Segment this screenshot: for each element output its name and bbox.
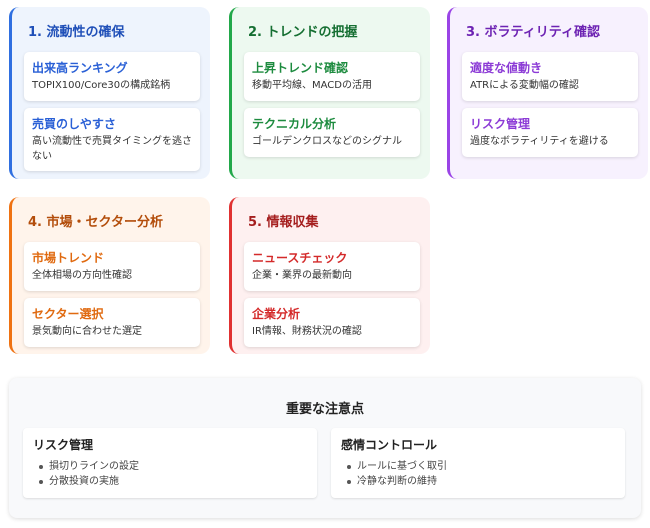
item-title: リスク管理: [470, 117, 531, 131]
item-title: 売買のしやすさ: [32, 117, 116, 131]
bullet-item: 分散投資の実施: [33, 474, 307, 489]
item-title: 企業分析: [252, 307, 301, 321]
card-liquidity: 1. 流動性の確保 出来高ランキング TOPIX100/Core30の構成銘柄 …: [9, 7, 210, 179]
item-desc: 全体相場の方向性確認: [32, 270, 132, 281]
bullet-dot-icon: [39, 480, 43, 484]
important-notes-panel: 重要な注意点 リスク管理 損切りラインの設定 分散投資の実施 感情コントロール …: [9, 378, 641, 518]
list-item: 適度な値動き ATRによる変動幅の確認: [462, 52, 638, 101]
card-title: 4. 市場・セクター分析: [28, 215, 163, 230]
card-trend: 2. トレンドの把握 上昇トレンド確認 移動平均線、MACDの活用 テクニカル分…: [229, 7, 430, 179]
item-title: 市場トレンド: [32, 251, 105, 265]
list-item: セクター選択 景気動向に合わせた選定: [24, 298, 200, 347]
note-box-emotion: 感情コントロール ルールに基づく取引 冷静な判断の維持: [331, 428, 625, 498]
item-desc: ゴールデンクロスなどのシグナル: [252, 136, 402, 147]
list-item: 売買のしやすさ 高い流動性で売買タイミングを逃さない: [24, 108, 200, 171]
bullet-list: ルールに基づく取引 冷静な判断の維持: [341, 459, 615, 489]
card-title: 3. ボラティリティ確認: [466, 25, 600, 40]
item-title: 適度な値動き: [470, 61, 543, 75]
bullet-list: 損切りラインの設定 分散投資の実施: [33, 459, 307, 489]
note-title: リスク管理: [33, 438, 94, 452]
card-title: 2. トレンドの把握: [248, 25, 358, 40]
item-desc: 企業・業界の最新動向: [252, 270, 352, 281]
item-desc: 高い流動性で売買タイミングを逃さない: [32, 136, 192, 162]
bullet-item: 損切りラインの設定: [33, 459, 307, 474]
item-title: テクニカル分析: [252, 117, 337, 131]
list-item: 市場トレンド 全体相場の方向性確認: [24, 242, 200, 291]
bullet-dot-icon: [347, 480, 351, 484]
list-item: 上昇トレンド確認 移動平均線、MACDの活用: [244, 52, 420, 101]
item-title: ニュースチェック: [252, 251, 348, 265]
item-title: セクター選択: [32, 307, 104, 321]
list-item: 出来高ランキング TOPIX100/Core30の構成銘柄: [24, 52, 200, 101]
list-item: ニュースチェック 企業・業界の最新動向: [244, 242, 420, 291]
card-title: 5. 情報収集: [248, 215, 319, 230]
item-desc: 景気動向に合わせた選定: [32, 326, 142, 337]
card-title: 1. 流動性の確保: [28, 25, 125, 40]
note-box-risk: リスク管理 損切りラインの設定 分散投資の実施: [23, 428, 317, 498]
item-title: 出来高ランキング: [32, 61, 128, 75]
list-item: 企業分析 IR情報、財務状況の確認: [244, 298, 420, 347]
list-item: リスク管理 過度なボラティリティを避ける: [462, 108, 638, 157]
card-info-gathering: 5. 情報収集 ニュースチェック 企業・業界の最新動向 企業分析 IR情報、財務…: [229, 197, 430, 354]
item-title: 上昇トレンド確認: [252, 61, 349, 75]
item-desc: ATRによる変動幅の確認: [470, 80, 579, 91]
bullet-item: 冷静な判断の維持: [341, 474, 615, 489]
item-desc: 移動平均線、MACDの活用: [252, 80, 372, 91]
item-desc: TOPIX100/Core30の構成銘柄: [32, 80, 171, 91]
item-desc: IR情報、財務状況の確認: [252, 326, 362, 337]
card-volatility: 3. ボラティリティ確認 適度な値動き ATRによる変動幅の確認 リスク管理 過…: [447, 7, 648, 179]
list-item: テクニカル分析 ゴールデンクロスなどのシグナル: [244, 108, 420, 157]
note-title: 感情コントロール: [341, 438, 438, 452]
item-desc: 過度なボラティリティを避ける: [470, 136, 609, 147]
bullet-item: ルールに基づく取引: [341, 459, 615, 474]
bullet-dot-icon: [39, 465, 43, 469]
card-market-sector: 4. 市場・セクター分析 市場トレンド 全体相場の方向性確認 セクター選択 景気…: [9, 197, 210, 354]
notes-title: 重要な注意点: [285, 402, 364, 417]
bullet-dot-icon: [347, 465, 351, 469]
